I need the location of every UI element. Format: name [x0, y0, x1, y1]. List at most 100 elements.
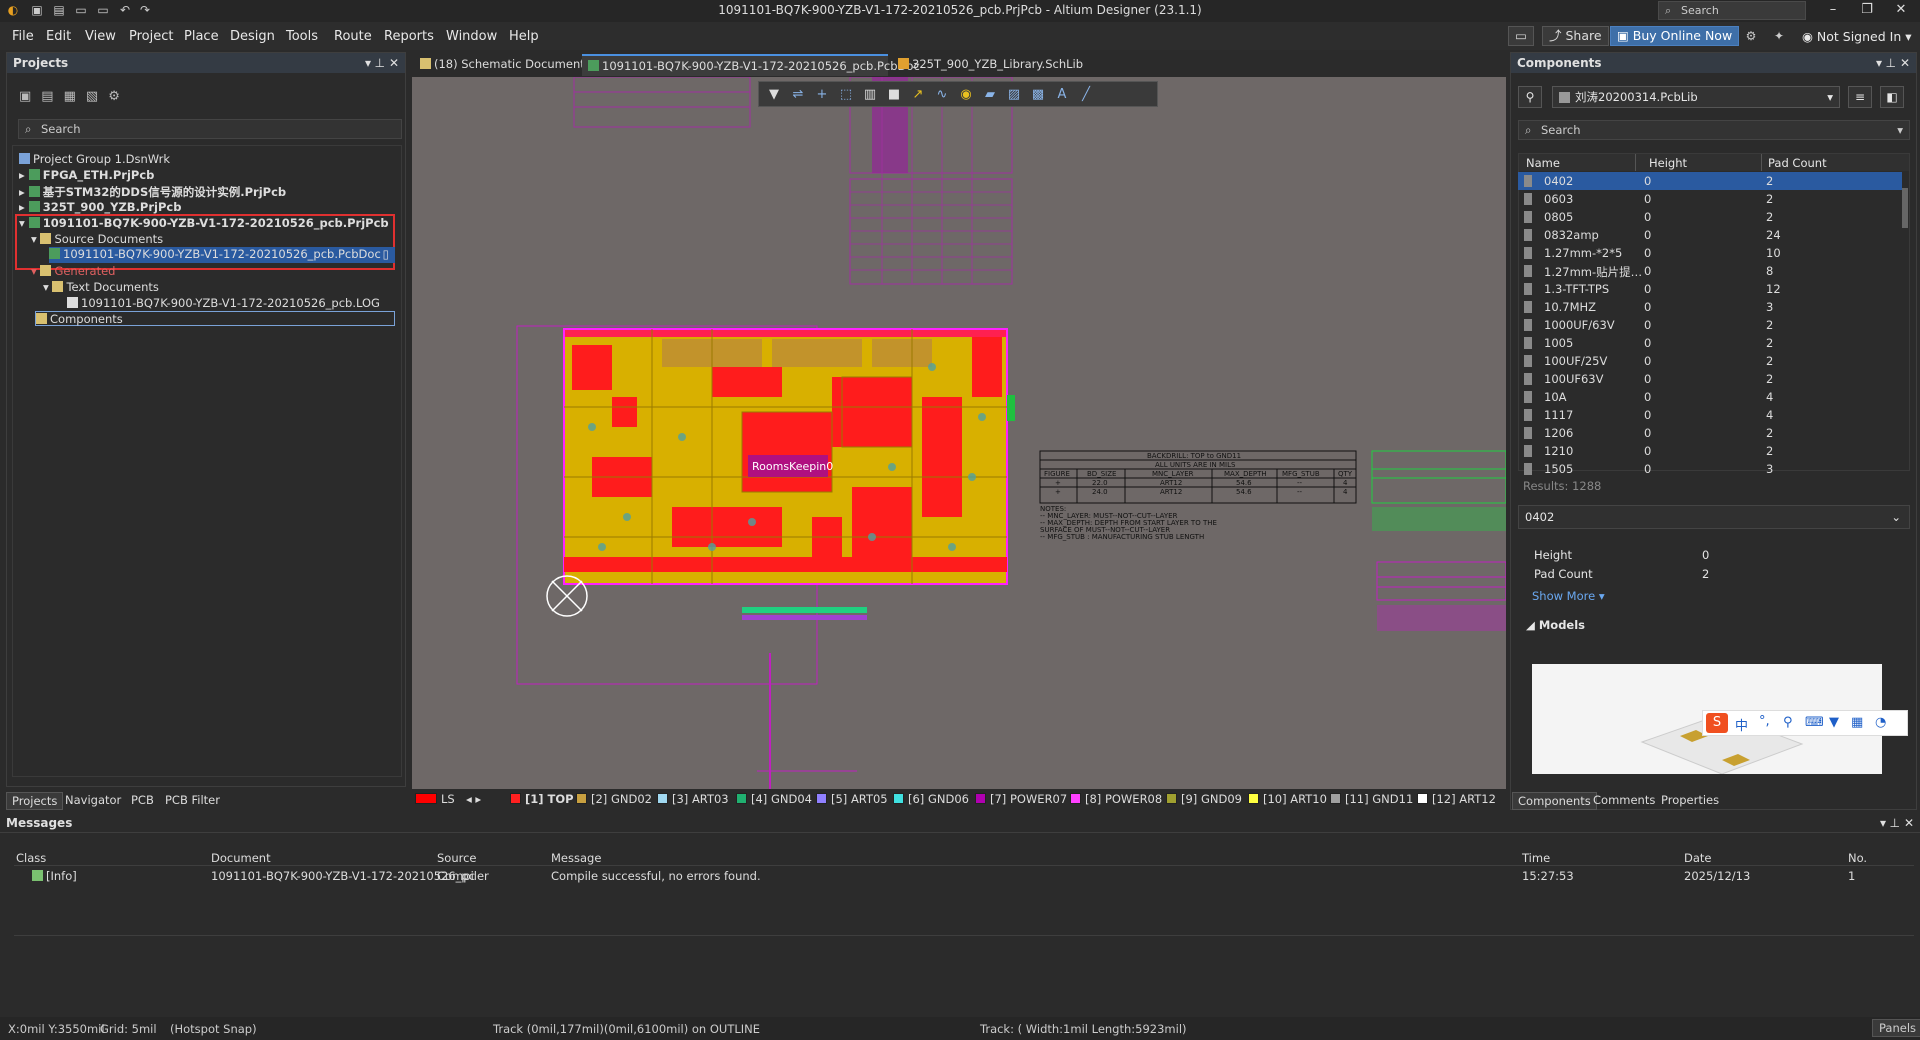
restore-button[interactable]: ❐ [1850, 0, 1884, 22]
microphone-icon[interactable]: ⚲ [1783, 715, 1793, 730]
close-panel-icon[interactable]: ✕ [1904, 813, 1914, 833]
component-row[interactable]: 10.7MHZ 0 3 [1518, 298, 1902, 316]
column-header-date[interactable]: Date [1684, 851, 1712, 865]
column-header-class[interactable]: Class [16, 851, 46, 865]
ime-mode-icon[interactable]: 中 [1735, 715, 1748, 734]
interactive-routing-icon[interactable]: ↗ [909, 86, 927, 104]
column-header-height[interactable]: Height [1649, 156, 1687, 170]
via-icon[interactable]: ◉ [957, 86, 975, 104]
column-header-no[interactable]: No. [1848, 851, 1867, 865]
skin-icon[interactable]: ▼ [1829, 715, 1839, 730]
route-icon[interactable]: ⇌ [789, 86, 807, 104]
pin-icon[interactable]: ⊥ [375, 53, 385, 73]
panel-menu-icon[interactable]: ▾ [1880, 813, 1886, 833]
settings-gear-icon[interactable]: ⚙ [1744, 29, 1758, 43]
component-row[interactable]: 1206 0 2 [1518, 424, 1902, 442]
component-row[interactable]: 1005 0 2 [1518, 334, 1902, 352]
library-filter-icon[interactable]: ⚲ [1518, 86, 1542, 108]
component-row[interactable]: 0832amp 0 24 [1518, 226, 1902, 244]
close-panel-icon[interactable]: ✕ [389, 53, 399, 73]
tree-item-text-documents[interactable]: ▾ Text Documents [43, 280, 159, 294]
diff-pair-icon[interactable]: ∿ [933, 86, 951, 104]
library-select[interactable]: 刘涛20200314.PcbLib ▾ [1552, 86, 1840, 108]
component-row[interactable]: 1000UF/63V 0 2 [1518, 316, 1902, 334]
menu-reports[interactable]: Reports [384, 29, 434, 44]
tab-pcb-filter[interactable]: PCB Filter [160, 792, 225, 810]
tree-item-fpga-project[interactable]: ▸ FPGA_ETH.PrjPcb [19, 168, 154, 182]
ime-menu-icon[interactable]: ◔ [1875, 715, 1886, 730]
column-header-name[interactable]: Name [1526, 156, 1560, 170]
scrollbar-thumb[interactable] [1902, 188, 1908, 228]
tree-item-workspace[interactable]: Project Group 1.DsnWrk [19, 152, 170, 166]
menu-view[interactable]: View [85, 29, 116, 44]
project-options-icon[interactable]: ▦ [64, 89, 76, 104]
keepout-icon[interactable]: ▨ [1005, 86, 1023, 104]
layer-tab-top[interactable]: [1] TOP [510, 792, 574, 808]
tab-schlib[interactable]: 325T_900_YZB_Library.SchLib [892, 54, 1089, 76]
global-search-input[interactable]: ⌕ Search [1658, 1, 1806, 20]
component-row[interactable]: 100UF/25V 0 2 [1518, 352, 1902, 370]
tab-projects[interactable]: Projects [6, 792, 64, 810]
tree-item-generated[interactable]: ▾ Generated [31, 264, 115, 278]
models-section[interactable]: ◢ Models [1526, 618, 1585, 632]
cross-select-icon[interactable]: + [813, 86, 831, 104]
menu-place[interactable]: Place [184, 29, 219, 44]
align-icon[interactable]: ▥ [861, 86, 879, 104]
menu-edit[interactable]: Edit [46, 29, 71, 44]
line-icon[interactable]: ╱ [1077, 86, 1095, 104]
tab-properties[interactable]: Properties [1656, 792, 1724, 810]
menu-route[interactable]: Route [334, 29, 372, 44]
add-folder-icon[interactable]: ▧ [86, 89, 98, 104]
layer-tab-art05[interactable]: [5] ART05 [816, 792, 888, 808]
layer-tab-art03[interactable]: [3] ART03 [657, 792, 729, 808]
tab-pcbdoc[interactable]: 1091101-BQ7K-900-YZB-V1-172-20210526_pcb… [582, 54, 920, 76]
column-header-message[interactable]: Message [551, 851, 601, 865]
column-header-time[interactable]: Time [1522, 851, 1550, 865]
tree-item-log[interactable]: 1091101-BQ7K-900-YZB-V1-172-20210526_pcb… [67, 296, 380, 310]
panels-button[interactable]: Panels [1872, 1019, 1920, 1037]
layer-tab-gnd06[interactable]: [6] GND06 [893, 792, 969, 808]
polygon-icon[interactable]: ▰ [981, 86, 999, 104]
component-row[interactable]: 1.3-TFT-TPS 0 12 [1518, 280, 1902, 298]
component-row[interactable]: 1117 0 4 [1518, 406, 1902, 424]
pin-icon[interactable]: ⊥ [1890, 813, 1900, 833]
components-scrollbar[interactable] [1902, 172, 1908, 467]
component-row[interactable]: 1.27mm-*2*5 0 10 [1518, 244, 1902, 262]
layer-set-selector[interactable]: LS [415, 792, 455, 808]
pcb-canvas[interactable]: RoomsKeepin0 BACKDRILL: TOP to GND11 ALL… [412, 77, 1506, 789]
layer-tab-power07[interactable]: [7] POWER07 [975, 792, 1067, 808]
save-project-icon[interactable]: ▣ [19, 89, 31, 104]
tools-icon[interactable]: ✦ [1772, 29, 1786, 43]
column-header-pad-count[interactable]: Pad Count [1768, 156, 1827, 170]
layer-tab-gnd11[interactable]: [11] GND11 [1330, 792, 1413, 808]
collapse-chevron-icon[interactable]: ⌄ [1891, 506, 1901, 528]
layer-tab-power08[interactable]: [8] POWER08 [1070, 792, 1162, 808]
layer-scroll-left-icon[interactable]: ◂ ▸ [466, 792, 481, 808]
column-header-document[interactable]: Document [211, 851, 271, 865]
details-toggle-icon[interactable]: ◧ [1880, 86, 1904, 108]
keyboard-icon[interactable]: ⌨ [1805, 715, 1824, 730]
tab-schematic-document[interactable]: (18) Schematic Document ▾ [414, 54, 594, 76]
tree-item-pcbdoc[interactable]: 1091101-BQ7K-900-YZB-V1-172-20210526_pcb… [49, 247, 395, 263]
tab-components[interactable]: Components [1512, 792, 1597, 810]
tab-navigator[interactable]: Navigator [60, 792, 126, 810]
close-panel-icon[interactable]: ✕ [1900, 53, 1910, 73]
menu-window[interactable]: Window [446, 29, 497, 44]
pin-icon[interactable]: ⊥ [1886, 53, 1896, 73]
library-menu-icon[interactable]: ≡ [1848, 86, 1872, 108]
layer-tab-gnd02[interactable]: [2] GND02 [576, 792, 652, 808]
component-row[interactable]: 1210 0 2 [1518, 442, 1902, 460]
compile-icon[interactable]: ▤ [41, 89, 53, 104]
show-more-link[interactable]: Show More ▾ [1532, 589, 1605, 603]
toolbox-icon[interactable]: ▦ [1851, 715, 1863, 730]
tree-item-stm32-project[interactable]: ▸ 基于STM32的DDS信号源的设计实例.PrjPcb [19, 184, 286, 200]
minimize-button[interactable]: – [1816, 0, 1850, 22]
menu-tools[interactable]: Tools [286, 29, 318, 44]
place-component-icon[interactable]: ■ [885, 86, 903, 104]
panel-menu-icon[interactable]: ▾ [1876, 53, 1882, 73]
close-window-button[interactable]: ✕ [1884, 0, 1918, 22]
punctuation-icon[interactable]: °, [1759, 714, 1770, 729]
component-row[interactable]: 10A 0 4 [1518, 388, 1902, 406]
project-settings-gear-icon[interactable]: ⚙ [108, 89, 120, 104]
projects-search-input[interactable]: ⌕ Search [18, 119, 402, 139]
